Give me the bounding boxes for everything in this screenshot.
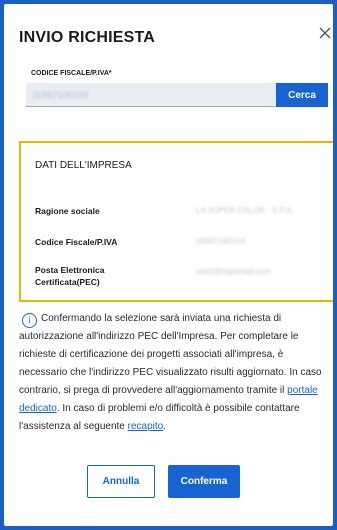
info-text-part1: Confermando la selezione sarà inviata un…: [19, 313, 322, 396]
company-pec-value: test2@legalmail.com: [196, 267, 271, 276]
company-section-title: DATI DELL'IMPRESA: [35, 160, 132, 171]
company-pec-label: Posta Elettronica Certificata(PEC): [35, 265, 105, 287]
company-name-value: LA SUPER CALOR - S.P.A.: [196, 206, 294, 215]
cancel-button[interactable]: Annulla: [87, 465, 155, 498]
tax-code-input[interactable]: [26, 83, 290, 106]
tax-code-label: CODICE FISCALE/P.IVA*: [31, 70, 112, 77]
info-message: i Confermando la selezione sarà inviata u…: [19, 310, 327, 436]
info-text-part3: .: [163, 421, 167, 432]
info-icon: i: [22, 313, 37, 328]
company-tax-code-value: 00867190159: [196, 237, 245, 246]
company-tax-code-label: Codice Fiscale/P.IVA: [35, 237, 118, 247]
search-button[interactable]: Cerca: [276, 83, 328, 107]
company-details-panel: DATI DELL'IMPRESA Ragione sociale LA SUP…: [19, 141, 333, 302]
close-icon[interactable]: [318, 26, 332, 40]
company-name-label: Ragione sociale: [35, 206, 100, 216]
tax-code-field-wrapper: [26, 83, 290, 107]
contact-link[interactable]: recapito: [128, 421, 164, 432]
confirm-button[interactable]: Conferma: [168, 465, 240, 498]
request-modal: INVIO RICHIESTA CODICE FISCALE/P.IVA* Ce…: [4, 4, 333, 526]
modal-title: INVIO RICHIESTA: [19, 29, 156, 46]
